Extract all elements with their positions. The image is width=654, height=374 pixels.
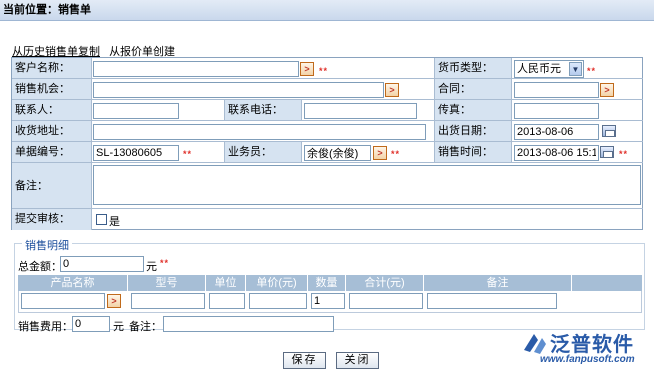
logo-mark-icon (524, 334, 546, 354)
ship-date-label: 出货日期： (434, 121, 512, 142)
chevron-down-icon[interactable]: ▼ (569, 62, 582, 76)
col-unit-price: 单价(元) (246, 275, 308, 291)
fee-remark-input[interactable] (163, 316, 334, 332)
remark-textarea[interactable] (93, 165, 641, 205)
logo-name: 泛普软件 (550, 334, 634, 356)
col-extra (572, 275, 642, 291)
ship-date-input[interactable] (514, 124, 599, 140)
salesman-label: 业务员： (224, 142, 302, 163)
sales-order-form: 客户名称： > ** 货币类型： 人民币元 ▼ ** 销售机会： > 合同： >… (11, 57, 643, 230)
table-row: > (18, 291, 642, 313)
unit-input[interactable] (209, 293, 245, 309)
required-mark: ** (619, 149, 629, 159)
address-input[interactable] (93, 124, 426, 140)
fax-label: 传真： (434, 100, 512, 121)
product-name-input[interactable] (21, 293, 105, 309)
quantity-input[interactable] (311, 293, 345, 309)
opportunity-input[interactable] (93, 82, 384, 98)
currency-label: 货币类型： (434, 58, 512, 79)
phone-label: 联系电话： (224, 100, 302, 121)
contract-label: 合同： (434, 79, 512, 100)
customer-label: 客户名称： (12, 58, 92, 79)
row-remark-input[interactable] (427, 293, 557, 309)
required-mark: ** (587, 66, 597, 76)
fee-remark-label: 备注： (129, 321, 162, 333)
fax-input[interactable] (514, 103, 599, 119)
contract-select-button[interactable]: > (600, 83, 614, 97)
contract-input[interactable] (514, 82, 599, 98)
salesman-input[interactable] (304, 145, 371, 161)
total-input[interactable] (60, 256, 144, 272)
salesman-select-button[interactable]: > (373, 146, 387, 160)
fanpu-logo: 泛普软件 www.fanpusoft.com (520, 328, 650, 370)
col-remark: 备注 (424, 275, 572, 291)
total-label: 总金额： (18, 261, 62, 273)
contact-input[interactable] (93, 103, 179, 119)
fee-unit: 元 (113, 321, 124, 333)
opportunity-select-button[interactable]: > (385, 83, 399, 97)
order-no-input[interactable] (93, 145, 179, 161)
contact-label: 联系人： (12, 100, 92, 121)
calendar-icon[interactable] (600, 146, 614, 158)
logo-url: www.fanpusoft.com (540, 354, 635, 365)
customer-select-button[interactable]: > (300, 62, 314, 76)
submit-checkbox[interactable] (96, 214, 107, 225)
phone-input[interactable] (304, 103, 417, 119)
required-mark: ** (319, 66, 329, 76)
col-product-name: 产品名称 (18, 275, 128, 291)
submit-checkbox-label: 是 (109, 216, 120, 228)
required-mark: ** (391, 149, 401, 159)
sale-time-input[interactable] (514, 145, 599, 161)
row-total-input[interactable] (349, 293, 423, 309)
address-label: 收货地址： (12, 121, 92, 142)
sales-details-legend: 销售明细 (22, 237, 72, 253)
remark-label: 备注： (12, 163, 92, 209)
required-mark: ** (183, 149, 193, 159)
order-no-label: 单据编号： (12, 142, 92, 163)
fee-input[interactable] (72, 316, 110, 332)
required-mark: ** (160, 258, 170, 268)
customer-input[interactable] (93, 61, 299, 77)
close-button[interactable]: 关闭 (336, 352, 379, 369)
col-unit: 单位 (206, 275, 246, 291)
calendar-icon[interactable] (602, 125, 616, 137)
col-quantity: 数量 (308, 275, 346, 291)
model-input[interactable] (131, 293, 205, 309)
col-total: 合计(元) (346, 275, 424, 291)
unit-price-input[interactable] (249, 293, 307, 309)
save-button[interactable]: 保存 (283, 352, 326, 369)
submit-label: 提交审核： (12, 209, 92, 230)
fee-label: 销售费用： (18, 321, 73, 333)
total-unit: 元 (146, 261, 157, 273)
sale-time-label: 销售时间： (434, 142, 512, 163)
opportunity-label: 销售机会： (12, 79, 92, 100)
col-model: 型号 (128, 275, 206, 291)
product-select-button[interactable]: > (107, 294, 121, 308)
breadcrumb: 当前位置：销售单 (0, 0, 654, 21)
